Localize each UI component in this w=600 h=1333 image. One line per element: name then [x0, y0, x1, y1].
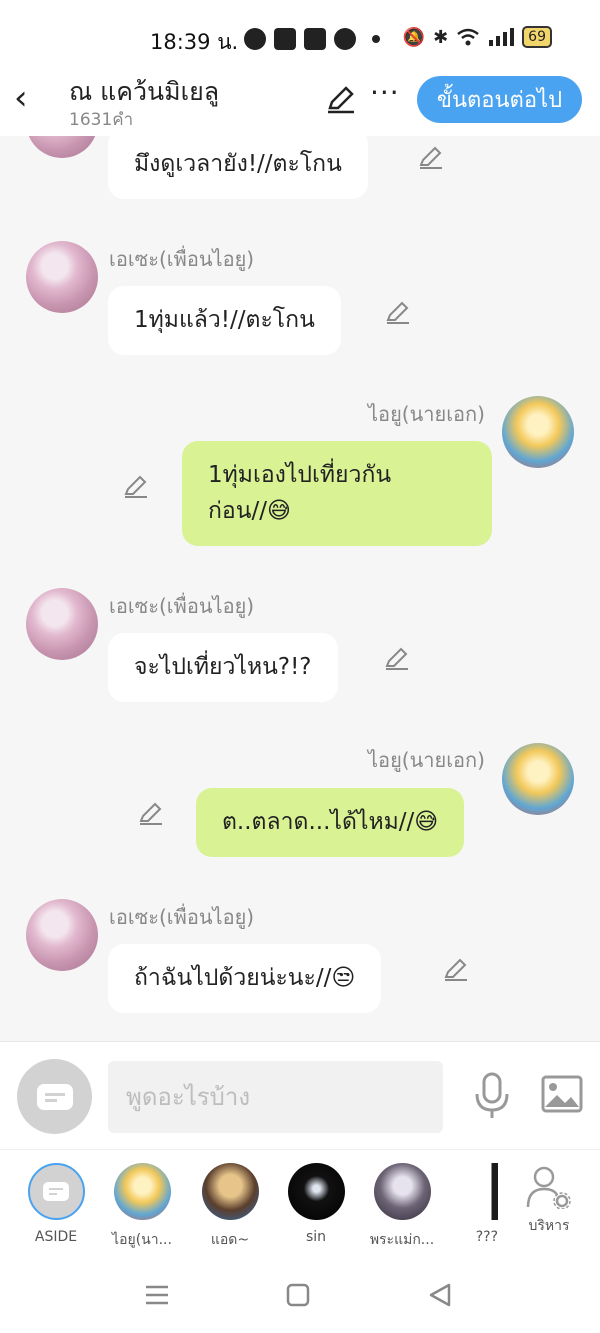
- bluetooth-icon: ✱: [433, 26, 449, 48]
- menu-icon[interactable]: [142, 1281, 172, 1309]
- character-aside[interactable]: ASIDE: [16, 1163, 96, 1245]
- character-label: ไอยู(นา...: [112, 1232, 172, 1248]
- system-icons: 🔕 ✱ 69: [403, 26, 552, 48]
- back-button[interactable]: ‹: [14, 78, 28, 118]
- manage-button[interactable]: บริหาร: [510, 1163, 588, 1237]
- word-count: 1631คำ: [69, 110, 134, 130]
- sender-name: เอเซะ(เพื่อนไอยู): [109, 247, 255, 271]
- character-item[interactable]: ???: [448, 1163, 498, 1245]
- pencil-icon[interactable]: [138, 800, 164, 826]
- avatar[interactable]: [502, 396, 574, 468]
- message-bubble[interactable]: ต..ตลาด...ได้ไหม//😅: [196, 788, 465, 857]
- character-item[interactable]: ไอยู(นา...: [102, 1163, 182, 1251]
- notification-icons: [244, 28, 388, 50]
- pencil-icon[interactable]: [443, 956, 469, 982]
- chat-area[interactable]: มึงดูเวลายัง!//ตะโกน เอเซะ(เพื่อนไอยู) 1…: [0, 136, 600, 1041]
- dot-icon: [372, 35, 380, 43]
- image-icon[interactable]: [541, 1075, 583, 1113]
- character-avatar: [466, 1163, 498, 1220]
- character-avatar: [287, 1163, 345, 1220]
- sender-name: เอเซะ(เพื่อนไอยู): [109, 594, 255, 618]
- messenger-icon: [244, 28, 266, 50]
- character-label: sin: [305, 1229, 327, 1245]
- avatar[interactable]: [502, 743, 574, 815]
- next-step-button[interactable]: ขั้นตอนต่อไป: [417, 76, 582, 123]
- message-input[interactable]: [108, 1061, 443, 1133]
- penguin-icon: [334, 28, 356, 50]
- message-bubble[interactable]: 1ทุ่มเองไปเที่ยวกัน ก่อน//😅: [182, 441, 492, 546]
- status-time: 18:39 น.: [150, 30, 239, 54]
- header: ‹ ณ แคว้นมิเยลู 1631คำ ··· ขั้นตอนต่อไป: [0, 70, 600, 136]
- sender-name: เอเซะ(เพื่อนไอยู): [109, 905, 255, 929]
- pencil-icon[interactable]: [418, 144, 444, 170]
- manage-label: บริหาร: [528, 1218, 570, 1234]
- message-line: ก่อน//😅: [208, 498, 291, 524]
- character-label: แอด~: [210, 1232, 250, 1248]
- input-bar: [0, 1041, 600, 1149]
- character-avatar: [201, 1163, 259, 1220]
- character-item[interactable]: sin: [276, 1163, 356, 1245]
- character-avatar: [27, 1163, 85, 1220]
- character-avatar: [113, 1163, 171, 1220]
- character-label: ASIDE: [34, 1229, 78, 1245]
- message-bubble[interactable]: ถ้าฉันไปด้วยน่ะนะ//😒: [108, 944, 382, 1013]
- character-item[interactable]: พระแม่ก...: [362, 1163, 442, 1251]
- mute-icon: 🔕: [402, 26, 426, 48]
- status-bar: 18:39 น. 🔕 ✱ 69: [0, 0, 600, 70]
- home-icon[interactable]: [283, 1281, 313, 1309]
- avatar[interactable]: [26, 588, 98, 660]
- message-line: 1ทุ่มเองไปเที่ยวกัน: [208, 462, 392, 488]
- system-nav-bar: [0, 1253, 600, 1333]
- message-bubble[interactable]: 1ทุ่มแล้ว!//ตะโกน: [108, 286, 341, 355]
- wifi-icon: [457, 28, 479, 46]
- message-bubble[interactable]: จะไปเที่ยวไหน?!?: [108, 633, 338, 702]
- edit-title-icon[interactable]: [326, 84, 356, 114]
- sender-name: ไอยู(นายเอก): [368, 402, 485, 426]
- sender-name: ไอยู(นายเอก): [368, 748, 485, 772]
- back-nav-icon[interactable]: [425, 1281, 455, 1309]
- pencil-icon[interactable]: [384, 645, 410, 671]
- battery-indicator: 69: [522, 26, 552, 48]
- more-options-button[interactable]: ···: [370, 76, 400, 109]
- avatar[interactable]: [26, 136, 98, 158]
- line-icon: [274, 28, 296, 50]
- message-bubble[interactable]: มึงดูเวลายัง!//ตะโกน: [108, 136, 368, 199]
- microphone-icon[interactable]: [473, 1072, 511, 1120]
- pencil-icon[interactable]: [123, 473, 149, 499]
- app-icon: [304, 28, 326, 50]
- message-icon: [43, 1182, 69, 1201]
- signal-icon: [489, 28, 515, 46]
- character-strip: ASIDE ไอยู(นา... แอด~ sin พระแม่ก... ???…: [0, 1149, 600, 1253]
- avatar[interactable]: [26, 899, 98, 971]
- character-label: ???: [475, 1229, 498, 1245]
- message-icon: [36, 1083, 73, 1110]
- character-avatar: [373, 1163, 431, 1220]
- pencil-icon[interactable]: [385, 299, 411, 325]
- manage-icon: [526, 1166, 571, 1210]
- avatar[interactable]: [26, 241, 98, 313]
- character-label: พระแม่ก...: [369, 1232, 435, 1248]
- character-item[interactable]: แอด~: [190, 1163, 270, 1251]
- aside-button[interactable]: [17, 1059, 92, 1134]
